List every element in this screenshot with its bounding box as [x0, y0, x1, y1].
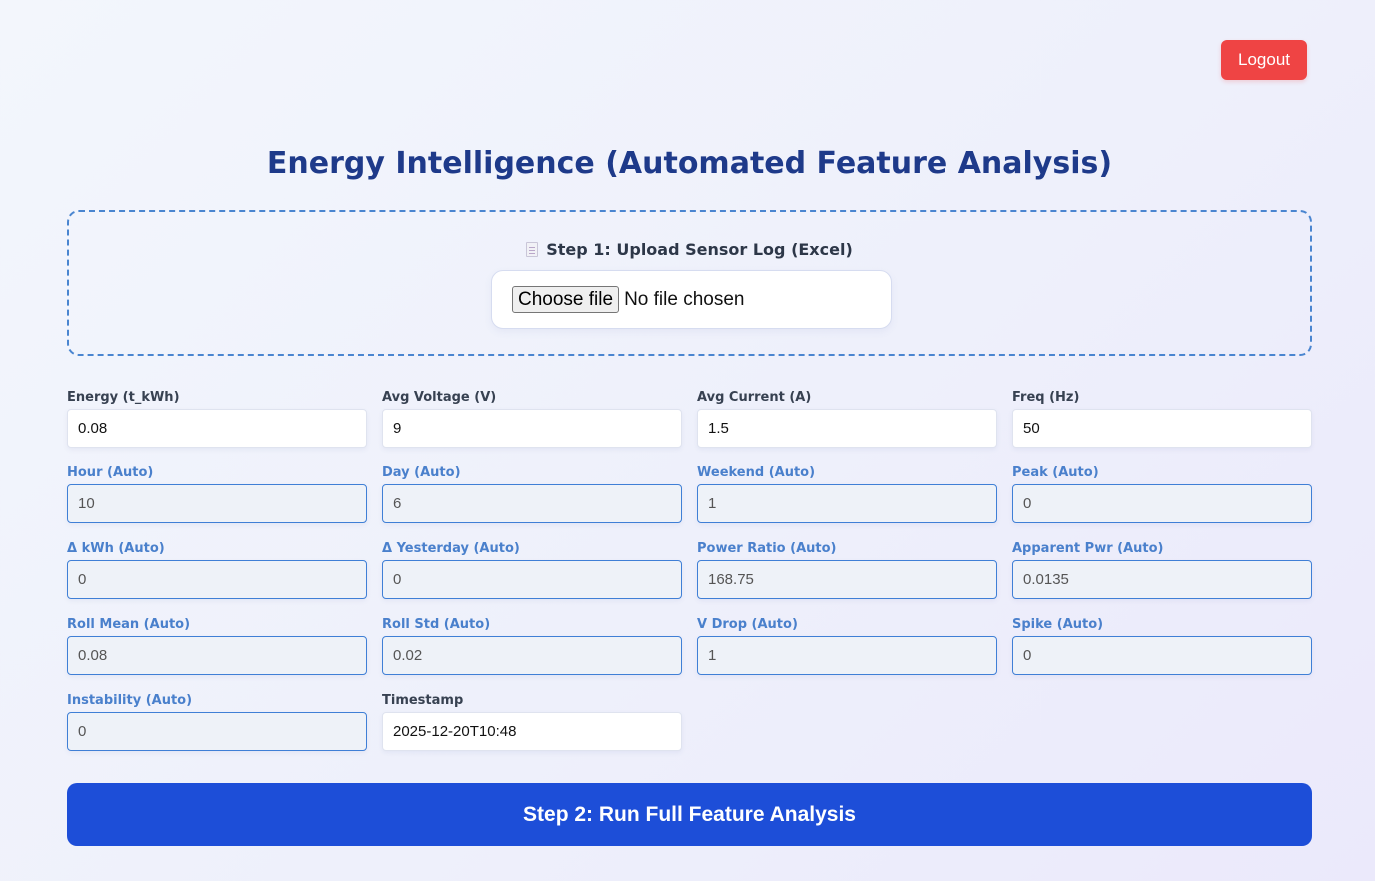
field-avg-current: Avg Current (A) 1.5 [697, 389, 997, 448]
field-label: Roll Mean (Auto) [67, 617, 191, 632]
choose-file-button[interactable]: Choose file [512, 286, 620, 313]
field-label: Power Ratio (Auto) [697, 541, 837, 556]
file-input[interactable]: Choose file No file chosen [491, 270, 892, 329]
field-roll-std: Roll Std (Auto) 0.02 [382, 616, 682, 675]
upload-dropzone: Step 1: Upload Sensor Log (Excel) Choose… [67, 210, 1312, 356]
field-label: Δ kWh (Auto) [67, 541, 165, 556]
field-label: Day (Auto) [382, 465, 461, 480]
field-label: Spike (Auto) [1012, 617, 1104, 632]
field-power-ratio: Power Ratio (Auto) 168.75 [697, 540, 997, 599]
avg-current-input[interactable]: 1.5 [697, 409, 997, 448]
peak-input[interactable]: 0 [1012, 484, 1312, 523]
apparent-power-input[interactable]: 0.0135 [1012, 560, 1312, 599]
run-analysis-button[interactable]: Step 2: Run Full Feature Analysis [67, 783, 1312, 846]
upload-label-text: Step 1: Upload Sensor Log (Excel) [546, 240, 853, 259]
field-spike: Spike (Auto) 0 [1012, 616, 1312, 675]
field-roll-mean: Roll Mean (Auto) 0.08 [67, 616, 367, 675]
avg-voltage-input[interactable]: 9 [382, 409, 682, 448]
field-apparent-power: Apparent Pwr (Auto) 0.0135 [1012, 540, 1312, 599]
field-energy: Energy (t_kWh) 0.08 [67, 389, 367, 448]
document-icon [526, 242, 539, 257]
field-label: Avg Voltage (V) [382, 390, 497, 405]
freq-input[interactable]: 50 [1012, 409, 1312, 448]
roll-mean-input[interactable]: 0.08 [67, 636, 367, 675]
field-hour: Hour (Auto) 10 [67, 464, 367, 523]
field-day: Day (Auto) 6 [382, 464, 682, 523]
field-v-drop: V Drop (Auto) 1 [697, 616, 997, 675]
v-drop-input[interactable]: 1 [697, 636, 997, 675]
field-label: Apparent Pwr (Auto) [1012, 541, 1164, 556]
field-freq: Freq (Hz) 50 [1012, 389, 1312, 448]
weekend-input[interactable]: 1 [697, 484, 997, 523]
roll-std-input[interactable]: 0.02 [382, 636, 682, 675]
spike-input[interactable]: 0 [1012, 636, 1312, 675]
field-label: Hour (Auto) [67, 465, 154, 480]
field-delta-kwh: Δ kWh (Auto) 0 [67, 540, 367, 599]
field-label: Weekend (Auto) [697, 465, 816, 480]
field-avg-voltage: Avg Voltage (V) 9 [382, 389, 682, 448]
field-label: Δ Yesterday (Auto) [382, 541, 520, 556]
file-status: No file chosen [624, 288, 745, 310]
hour-input[interactable]: 10 [67, 484, 367, 523]
day-input[interactable]: 6 [382, 484, 682, 523]
logout-button[interactable]: Logout [1221, 40, 1307, 80]
field-delta-yesterday: Δ Yesterday (Auto) 0 [382, 540, 682, 599]
timestamp-input[interactable]: 2025-12-20T10:48 [382, 712, 682, 751]
field-label: Avg Current (A) [697, 390, 812, 405]
field-weekend: Weekend (Auto) 1 [697, 464, 997, 523]
field-instability: Instability (Auto) 0 [67, 692, 367, 751]
delta-yesterday-input[interactable]: 0 [382, 560, 682, 599]
field-label: Freq (Hz) [1012, 390, 1080, 405]
power-ratio-input[interactable]: 168.75 [697, 560, 997, 599]
field-timestamp: Timestamp 2025-12-20T10:48 [382, 692, 682, 751]
field-label: Roll Std (Auto) [382, 617, 491, 632]
field-label: Peak (Auto) [1012, 465, 1099, 480]
instability-input[interactable]: 0 [67, 712, 367, 751]
page-title: Energy Intelligence (Automated Feature A… [266, 146, 1113, 181]
field-peak: Peak (Auto) 0 [1012, 464, 1312, 523]
upload-label: Step 1: Upload Sensor Log (Excel) [69, 240, 1310, 259]
field-label: Energy (t_kWh) [67, 390, 180, 405]
field-label: Instability (Auto) [67, 693, 193, 708]
energy-input[interactable]: 0.08 [67, 409, 367, 448]
delta-kwh-input[interactable]: 0 [67, 560, 367, 599]
field-label: V Drop (Auto) [697, 617, 798, 632]
field-label: Timestamp [382, 693, 464, 708]
